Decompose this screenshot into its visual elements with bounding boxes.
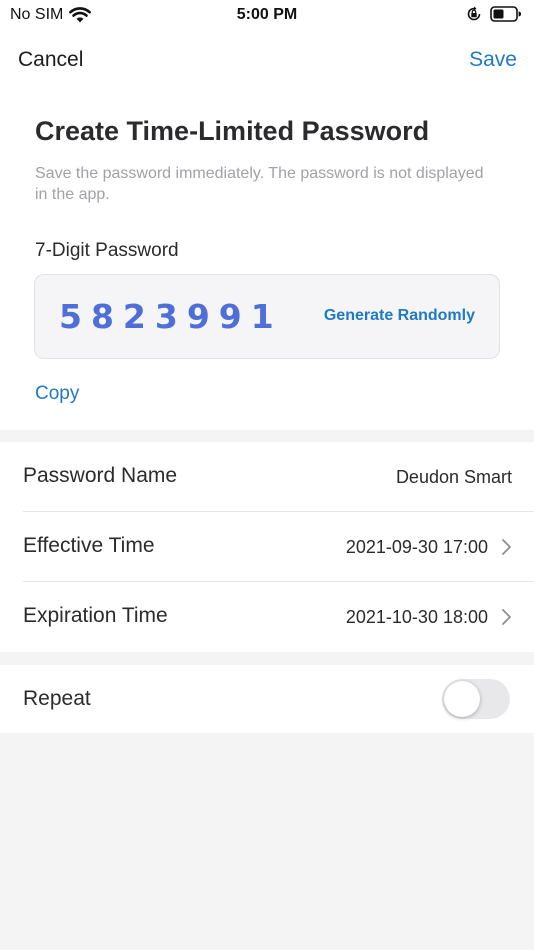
page-subtitle: Save the password immediately. The passw… — [35, 165, 484, 203]
row-effective-time[interactable]: Effective Time 2021-09-30 17:00 — [0, 512, 534, 582]
battery-icon — [490, 6, 522, 22]
cancel-button[interactable]: Cancel — [18, 48, 83, 72]
row-expiration-time[interactable]: Expiration Time 2021-10-30 18:00 — [0, 582, 534, 652]
status-right — [466, 5, 522, 23]
repeat-row: Repeat — [0, 665, 534, 733]
row-label: Expiration Time — [23, 604, 168, 627]
copy-button[interactable]: Copy — [35, 383, 79, 405]
toggle-knob — [444, 681, 480, 717]
password-label: 7-Digit Password — [35, 240, 179, 261]
password-digits: 5823991 — [59, 297, 283, 336]
repeat-toggle[interactable] — [442, 679, 510, 719]
empty-area — [0, 733, 534, 950]
save-button[interactable]: Save — [469, 48, 517, 72]
row-value: 2021-09-30 17:00 — [345, 537, 488, 557]
page-title: Create Time-Limited Password — [35, 116, 430, 146]
repeat-label: Repeat — [23, 687, 91, 710]
status-time: 5:00 PM — [236, 6, 298, 23]
status-bar: No SIM 5:00 PM — [0, 0, 534, 32]
password-section: Create Time-Limited Password Save the pa… — [0, 92, 534, 430]
row-label: Effective Time — [23, 534, 155, 557]
nav-bar: Cancel Save — [0, 32, 534, 92]
settings-group: Password Name Deudon Smart Effective Tim… — [0, 442, 534, 652]
row-value: Deudon Smart — [395, 467, 512, 487]
row-value: 2021-10-30 18:00 — [345, 607, 488, 627]
password-box: 5823991 Generate Randomly — [34, 274, 500, 359]
chevron-right-icon — [502, 609, 511, 625]
row-label: Password Name — [23, 464, 178, 487]
row-password-name[interactable]: Password Name Deudon Smart — [0, 442, 534, 512]
rotation-lock-icon — [467, 6, 481, 21]
chevron-right-icon — [502, 539, 511, 555]
generate-randomly-button[interactable]: Generate Randomly — [324, 307, 475, 325]
